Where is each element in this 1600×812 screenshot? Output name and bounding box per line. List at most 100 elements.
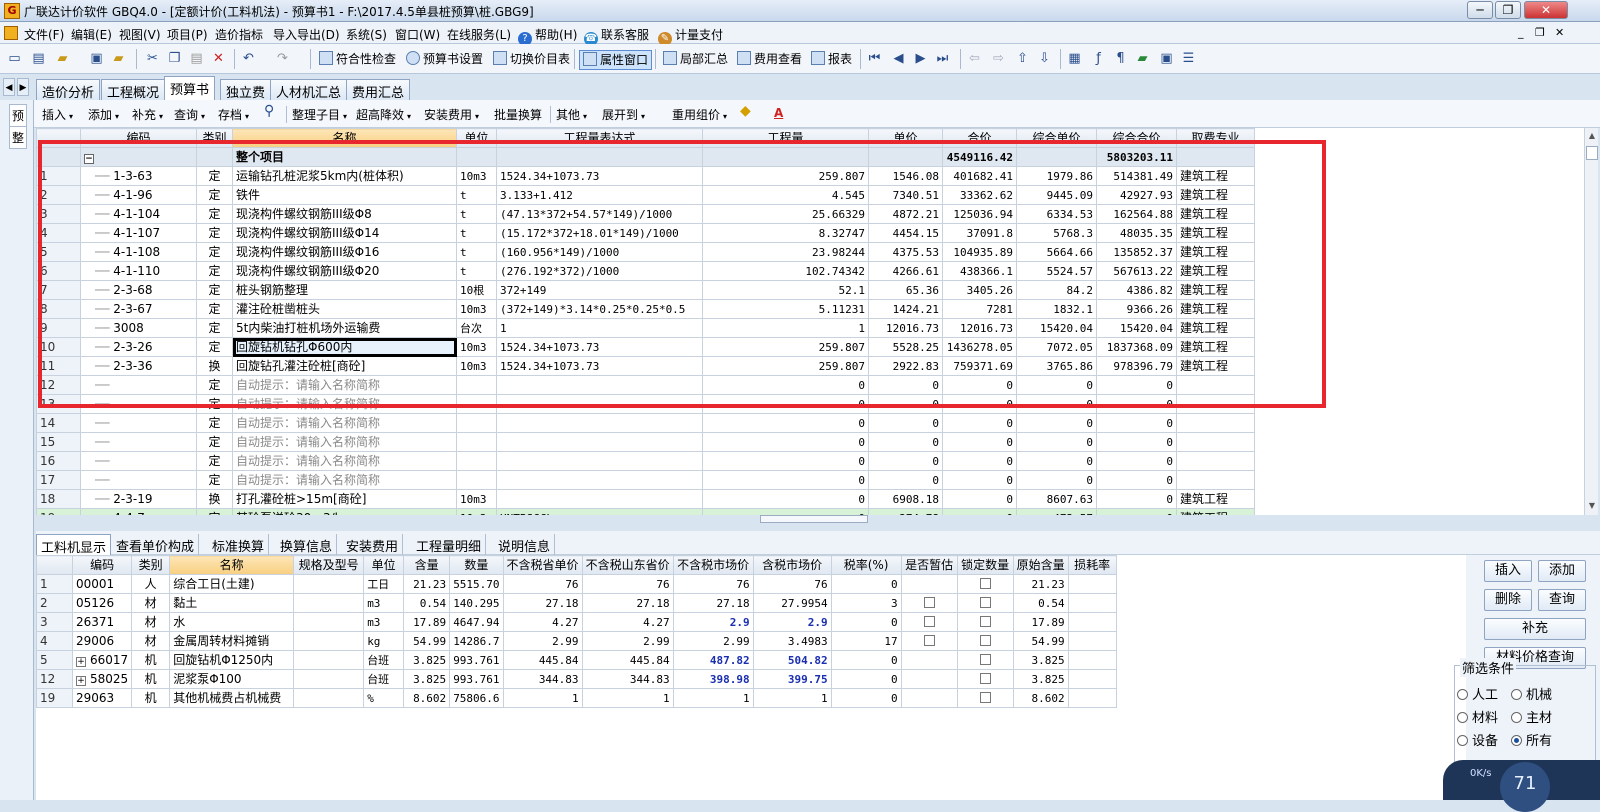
list-icon[interactable]: ☰	[1180, 51, 1197, 67]
resource-code-cell[interactable]: +58025	[71, 669, 133, 689]
radio-button[interactable]	[1511, 689, 1522, 700]
unit-price-cell[interactable]: 0	[868, 451, 943, 471]
comp-total-cell[interactable]: 0	[1096, 432, 1177, 452]
provisional-estimate-cell[interactable]	[900, 574, 958, 594]
tax-rate-cell[interactable]: 0	[830, 574, 902, 594]
table-row[interactable]: 16 ── 定自动提示：请输入名称简称 0 0 0 0 0	[36, 451, 1255, 471]
unit-price-cell[interactable]: 1546.08	[868, 166, 943, 186]
row-number[interactable]: 10	[36, 337, 81, 357]
batch-convert-button[interactable]: 批量换算	[494, 106, 542, 123]
menu-system[interactable]: 系统(S)	[346, 26, 387, 43]
type-cell[interactable]: 定	[196, 470, 233, 490]
comp-unit-price-cell[interactable]: 7072.05	[1016, 337, 1097, 357]
comp-total-cell[interactable]: 0	[1096, 375, 1177, 395]
loss-rate-cell[interactable]	[1067, 669, 1117, 689]
comp-total-cell[interactable]: 567613.22	[1096, 261, 1177, 281]
fee-category-cell[interactable]	[1176, 413, 1255, 433]
code-cell[interactable]: ──	[80, 470, 197, 490]
filter-option[interactable]: 主材	[1511, 707, 1552, 726]
row-number[interactable]: 5	[36, 650, 73, 670]
comp-unit-price-cell[interactable]: 0	[1016, 394, 1097, 414]
loss-rate-cell[interactable]	[1067, 631, 1117, 651]
code-cell[interactable]: ── 2-3-26	[80, 337, 197, 357]
name-cell[interactable]: 自动提示：请输入名称简称	[232, 394, 457, 414]
unit-cell[interactable]: 10m3	[456, 508, 497, 515]
table-row[interactable]: 18 ── 2-3-19 换打孔灌砼桩>15m[商砼] 10m3 0 6908.18 0 86…	[36, 489, 1255, 509]
tax-rate-cell[interactable]: 17	[830, 631, 902, 651]
resource-unit-cell[interactable]: m3	[363, 593, 405, 613]
paste-icon[interactable]: ▤	[188, 51, 205, 67]
market-price-cell[interactable]: 2.99	[672, 631, 754, 651]
menu-online[interactable]: 在线服务(L)	[447, 26, 511, 43]
market-price-cell[interactable]: 1	[672, 688, 754, 708]
provincial-price-cell[interactable]: 344.83	[502, 669, 583, 689]
tab-standard-conversion[interactable]: 标准换算	[208, 534, 270, 555]
resource-type-cell[interactable]: 材	[131, 612, 171, 632]
resource-code-cell[interactable]: 29006	[71, 631, 133, 651]
row-number[interactable]: 13	[36, 394, 81, 414]
spec-model-cell[interactable]	[293, 593, 365, 613]
report-button[interactable]: 报表	[808, 50, 855, 70]
name-cell[interactable]: 运输钻孔桩泥浆5km内(桩体积)	[232, 166, 457, 186]
font-color-icon[interactable]: A	[774, 106, 783, 120]
fee-category-cell[interactable]: 建筑工程	[1176, 223, 1255, 243]
code-cell[interactable]: ── 2-3-67	[80, 299, 197, 319]
table-row[interactable]: 14 ── 定自动提示：请输入名称简称 0 0 0 0 0	[36, 413, 1255, 433]
name-cell[interactable]: 铁件	[232, 185, 457, 205]
total-price-cell[interactable]: 33362.62	[942, 185, 1017, 205]
resource-type-cell[interactable]: 机	[131, 650, 171, 670]
tab-cost-analysis[interactable]: 造价分析	[36, 79, 101, 101]
fee-category-cell[interactable]: 建筑工程	[1176, 299, 1255, 319]
unit-price-cell[interactable]: 6908.18	[868, 489, 943, 509]
tab-quantity-detail[interactable]: 工程量明细	[412, 534, 487, 555]
type-cell[interactable]: 定	[196, 394, 233, 414]
market-price-tax-cell[interactable]: 27.9954	[752, 593, 832, 613]
resource-query-button[interactable]: 查询	[1538, 589, 1586, 611]
type-cell[interactable]: 定	[196, 166, 233, 186]
unit-price-cell[interactable]: 12016.73	[868, 318, 943, 338]
properties-window-button[interactable]: 属性窗口	[579, 50, 653, 70]
name-cell[interactable]: 现浇构件螺纹钢筋III级Φ20	[232, 261, 457, 281]
undo-icon[interactable]: ↶	[240, 51, 257, 67]
total-price-cell[interactable]: 0	[942, 394, 1017, 414]
row-number[interactable]: 9	[36, 318, 81, 338]
lock-quantity-checkbox[interactable]	[979, 634, 991, 646]
quantity-cell[interactable]: 102.74342	[702, 261, 869, 281]
provisional-estimate-cell[interactable]	[900, 612, 958, 632]
menu-project[interactable]: 项目(P)	[167, 26, 208, 43]
total-price-cell[interactable]: 0	[942, 413, 1017, 433]
code-cell[interactable]: ── 4-1-108	[80, 242, 197, 262]
fee-category-cell[interactable]: 建筑工程	[1176, 318, 1255, 338]
lock-quantity-checkbox[interactable]	[979, 615, 991, 627]
column-header[interactable]: 综合单价	[1016, 128, 1097, 148]
type-cell[interactable]: 定	[196, 432, 233, 452]
project-total-row[interactable]: − 整个项目 4549116.42 5803203.11	[36, 147, 1255, 167]
table-row[interactable]: 9 ── 3008 定 5t内柴油打桩机场外运输费 台次 1 1 12016.73 12016.…	[36, 318, 1255, 338]
tax-rate-cell[interactable]: 0	[830, 650, 902, 670]
comp-unit-price-cell[interactable]: 472.57	[1016, 508, 1097, 515]
row-number[interactable]: 4	[36, 631, 73, 651]
resource-row[interactable]: 4 29006 材金属周转材料摊销 kg 54.99 14286.7 2.99 2.99 2.9…	[36, 631, 1117, 651]
comp-unit-price-cell[interactable]: 5768.3	[1016, 223, 1097, 243]
paragraph-icon[interactable]: ¶	[1112, 51, 1129, 67]
table-row[interactable]: 8 ── 2-3-67 定灌注砼桩凿桩头 10m3 (372+149)*3.14*0.2…	[36, 299, 1255, 319]
resource-row[interactable]: 3 26371 材水 m3 17.89 4647.94 4.27 4.27 2.9 2.9 0 17.…	[36, 612, 1117, 632]
column-header[interactable]: 编码	[71, 555, 133, 575]
column-header[interactable]: 工程量表达式	[496, 128, 703, 148]
menu-help[interactable]: ? 帮助(H)	[518, 26, 577, 46]
quantity-cell[interactable]: 5.11231	[702, 299, 869, 319]
quantity-expression-cell[interactable]: HNTBSGCL	[496, 508, 703, 515]
column-header[interactable]: 名称	[232, 128, 457, 148]
resource-row[interactable]: 5 +66017 机回旋钻机Φ1250内 台班 3.825 993.761 445.84 44…	[36, 650, 1117, 670]
comp-total-cell[interactable]: 135852.37	[1096, 242, 1177, 262]
calculator-icon[interactable]: ▦	[1066, 51, 1083, 67]
quantity-cell[interactable]: 259.807	[702, 356, 869, 376]
market-price-cell[interactable]: 487.82	[672, 650, 754, 670]
name-cell[interactable]: 现浇构件螺纹钢筋III级Φ8	[232, 204, 457, 224]
fee-category-cell[interactable]: 建筑工程	[1176, 261, 1255, 281]
column-header[interactable]: 类别	[131, 555, 171, 575]
market-price-cell[interactable]: 2.9	[672, 612, 754, 632]
type-cell[interactable]: 定	[196, 204, 233, 224]
app-menu-icon[interactable]	[4, 26, 18, 40]
resource-type-cell[interactable]: 人	[131, 574, 171, 594]
